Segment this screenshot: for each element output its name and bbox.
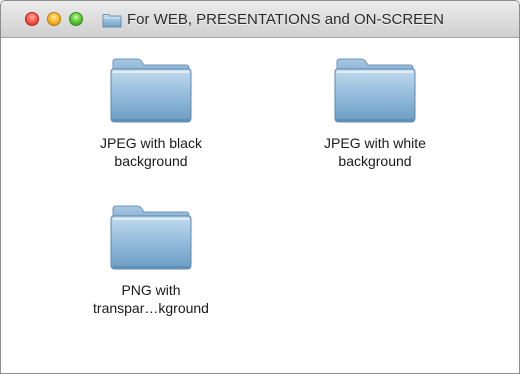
folder-contents: JPEG with black background JPEG with whi… xyxy=(1,38,519,373)
folder-label-line2: transpar…kground xyxy=(93,300,209,316)
window-title: For WEB, PRESENTATIONS and ON-SCREEN xyxy=(127,11,444,28)
folder-item-png-transparent[interactable]: PNG with transpar…kground xyxy=(66,203,236,317)
folder-icon xyxy=(110,205,192,270)
folder-icon xyxy=(102,14,122,28)
minimize-button[interactable] xyxy=(47,12,61,26)
folder-label-line2: background xyxy=(114,153,188,169)
close-button[interactable] xyxy=(25,12,39,26)
title-bar[interactable]: For WEB, PRESENTATIONS and ON-SCREEN xyxy=(1,1,519,38)
zoom-button[interactable] xyxy=(69,12,83,26)
finder-window: For WEB, PRESENTATIONS and ON-SCREEN JPE… xyxy=(0,0,520,374)
folder-label-line1: PNG with xyxy=(121,282,181,298)
folder-label-line2: background xyxy=(338,153,412,169)
folder-item-jpeg-white[interactable]: JPEG with white background xyxy=(290,56,460,170)
folder-label-line1: JPEG with black xyxy=(100,135,202,151)
folder-icon xyxy=(110,58,192,123)
folder-icon xyxy=(334,58,416,123)
folder-label-line1: JPEG with white xyxy=(324,135,426,151)
folder-item-jpeg-black[interactable]: JPEG with black background xyxy=(66,56,236,170)
